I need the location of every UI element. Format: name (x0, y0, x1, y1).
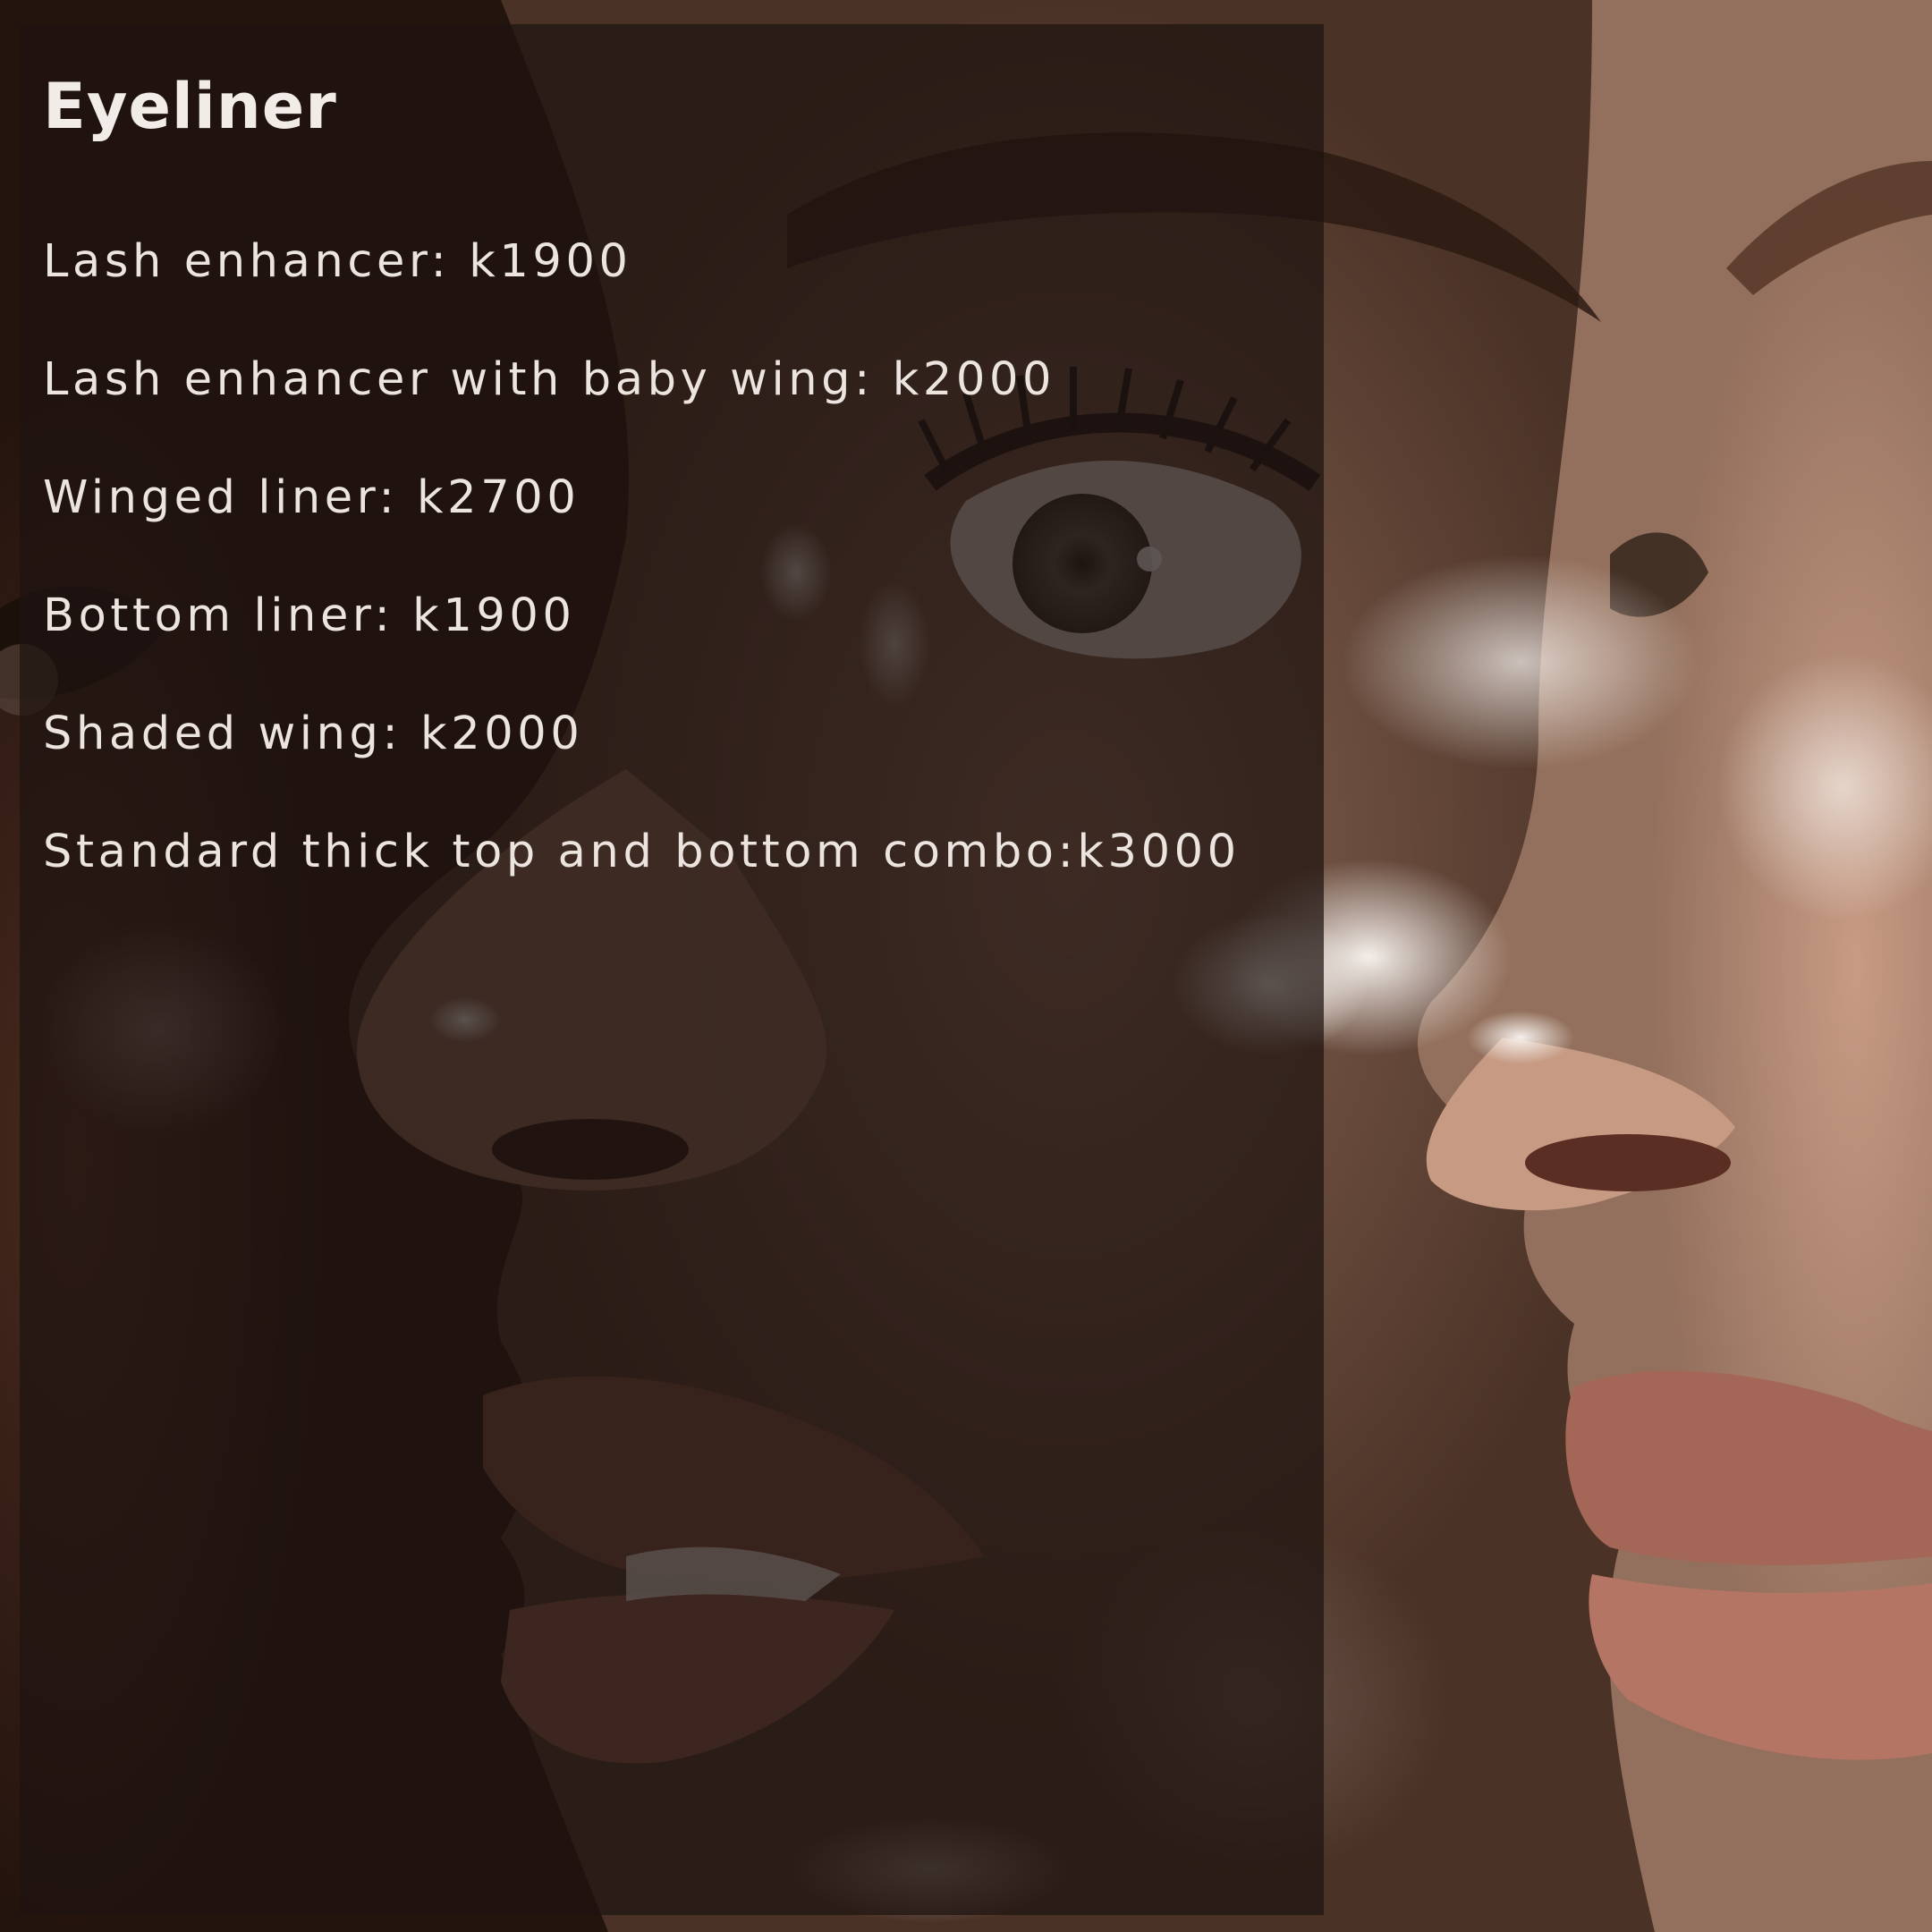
price-item-combo: Standard thick top and bottom combo:k300… (43, 826, 1241, 878)
price-list: Lash enhancer: k1900 Lash enhancer with … (43, 234, 1241, 943)
price-item-lash-enhancer: Lash enhancer: k1900 (43, 235, 632, 288)
price-item-bottom-liner: Bottom liner: k1900 (43, 589, 576, 642)
ad-canvas: Eyeliner Lash enhancer: k1900 Lash enhan… (0, 0, 1932, 1932)
price-item-shaded-wing: Shaded wing: k2000 (43, 708, 584, 760)
page-title: Eyeliner (43, 70, 337, 143)
price-item-winged-liner: Winged liner: k2700 (43, 471, 580, 524)
price-item-lash-enhancer-baby-wing: Lash enhancer with baby wing: k2000 (43, 353, 1056, 406)
